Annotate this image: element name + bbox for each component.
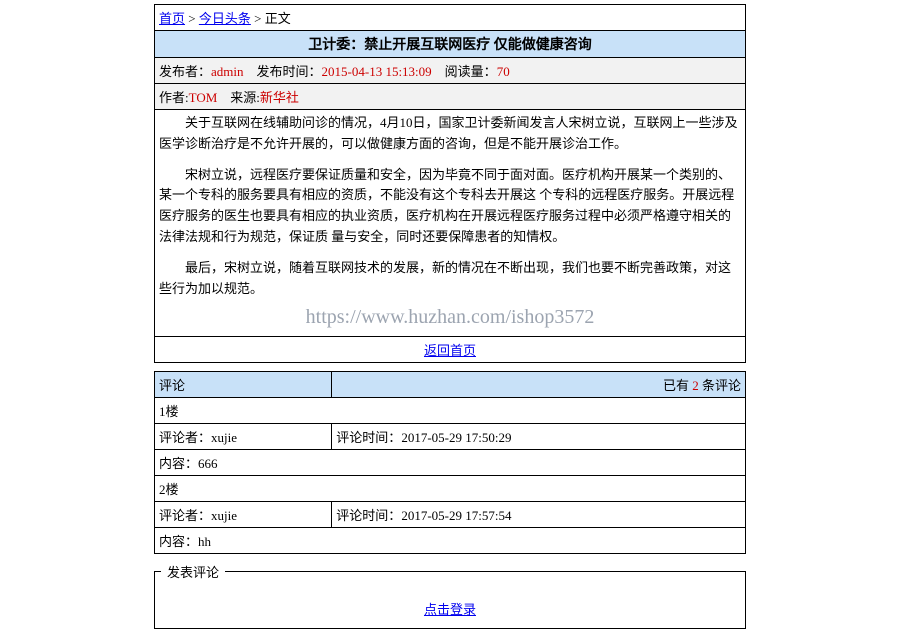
publisher-name: admin: [211, 64, 244, 79]
read-count: 70: [497, 64, 510, 79]
author-name: TOM: [189, 90, 218, 105]
comment-time: 评论时间：2017-05-29 17:50:29: [332, 424, 746, 450]
comments-count-cell: 已有 2 条评论: [332, 372, 746, 398]
publisher-label: 发布者：: [159, 64, 211, 79]
breadcrumb-sep: >: [251, 11, 265, 26]
login-link[interactable]: 点击登录: [424, 602, 476, 617]
comment-user: 评论者：xujie: [155, 424, 332, 450]
author-label: 作者:: [159, 90, 189, 105]
publish-time: 2015-04-13 15:13:09: [322, 64, 432, 79]
watermark-text: https://www.huzhan.com/ishop3572: [159, 301, 741, 333]
comments-heading: 评论: [155, 372, 332, 398]
comments-panel: 评论 已有 2 条评论 1楼 评论者：xujie 评论时间：2017-05-29…: [154, 371, 746, 554]
reply-legend: 发表评论: [161, 562, 225, 581]
author-source-meta: 作者:TOM 来源:新华社: [155, 84, 746, 110]
comments-count-prefix: 已有: [663, 378, 692, 393]
comment-floor: 1楼: [155, 398, 746, 424]
comment-floor: 2楼: [155, 476, 746, 502]
comment-content: 内容：hh: [155, 528, 746, 554]
article-panel: 首页 > 今日头条 > 正文 卫计委：禁止开展互联网医疗 仅能做健康咨询 发布者…: [154, 4, 746, 363]
breadcrumb: 首页 > 今日头条 > 正文: [155, 5, 746, 31]
publish-meta: 发布者：admin 发布时间：2015-04-13 15:13:09 阅读量：7…: [155, 58, 746, 84]
comment-content: 内容：666: [155, 450, 746, 476]
read-label: 阅读量：: [445, 64, 497, 79]
article-paragraph: 最后，宋树立说，随着互联网技术的发展，新的情况在不断出现，我们也要不断完善政策，…: [159, 258, 741, 300]
breadcrumb-category-link[interactable]: 今日头条: [199, 11, 251, 26]
breadcrumb-home-link[interactable]: 首页: [159, 11, 185, 26]
comments-count-suffix: 条评论: [699, 378, 741, 393]
source-name: 新华社: [260, 90, 299, 105]
article-title: 卫计委：禁止开展互联网医疗 仅能做健康咨询: [155, 31, 746, 58]
breadcrumb-sep: >: [185, 11, 199, 26]
article-body: 关于互联网在线辅助问诊的情况，4月10日，国家卫计委新闻发言人宋树立说，互联网上…: [155, 110, 746, 337]
breadcrumb-current: 正文: [265, 11, 291, 26]
source-label: 来源:: [230, 90, 260, 105]
back-home-cell: 返回首页: [155, 337, 746, 363]
reply-fieldset: 发表评论 点击登录: [154, 562, 746, 629]
article-paragraph: 宋树立说，远程医疗要保证质量和安全，因为毕竟不同于面对面。医疗机构开展某一个类别…: [159, 165, 741, 248]
article-paragraph: 关于互联网在线辅助问诊的情况，4月10日，国家卫计委新闻发言人宋树立说，互联网上…: [159, 113, 741, 155]
back-home-link[interactable]: 返回首页: [424, 343, 476, 358]
publish-time-label: 发布时间：: [257, 64, 322, 79]
